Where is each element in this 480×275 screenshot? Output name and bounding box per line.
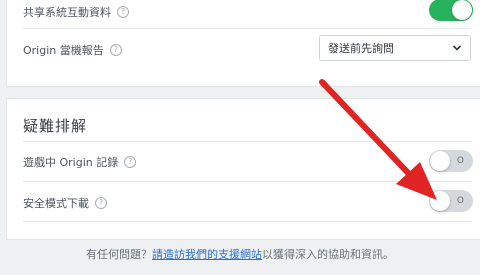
chevron-down-icon [452, 45, 462, 51]
help-icon[interactable]: ? [117, 6, 129, 18]
toggle-state-text: O [456, 156, 464, 166]
help-icon[interactable]: ? [109, 44, 122, 56]
ingame-logging-label: 遊戲中 Origin 記錄 [23, 156, 119, 169]
divider [23, 141, 471, 142]
settings-card-general: 共享系統互動資料 ? Origin 當機報告 ? 發送前先詢問 [6, 0, 480, 87]
toggle-knob [430, 191, 450, 211]
ingame-logging-row: 遊戲中 Origin 記錄 ? [23, 154, 471, 170]
divider [23, 28, 471, 29]
share-data-row: 共享系統互動資料 ? [23, 4, 471, 20]
share-data-toggle[interactable] [429, 0, 473, 21]
troubleshooting-card: 疑難排解 遊戲中 Origin 記錄 ? O 安全模式下載 ? O [6, 98, 480, 240]
crash-report-select[interactable]: 發送前先詢問 [319, 35, 471, 61]
help-icon[interactable]: ? [124, 156, 137, 168]
safe-mode-row: 安全模式下載 ? [23, 195, 471, 211]
safe-mode-label: 安全模式下載 [23, 197, 89, 210]
footer-prefix: 有任何問題？ [86, 248, 152, 261]
toggle-state-text: O [456, 196, 464, 206]
footer-suffix: 以獲得深入的協助和資訊。 [262, 248, 394, 261]
crash-report-label: Origin 當機報告 [23, 44, 104, 57]
ingame-logging-toggle[interactable]: O [429, 150, 473, 172]
section-title: 疑難排解 [23, 117, 88, 135]
support-site-link[interactable]: 請造訪我們的支援網站 [152, 248, 262, 261]
divider [23, 181, 471, 182]
share-data-label: 共享系統互動資料 [23, 6, 111, 19]
divider [23, 221, 471, 222]
support-footer: 有任何問題？請造訪我們的支援網站以獲得深入的協助和資訊。 [0, 246, 480, 262]
help-icon[interactable]: ? [95, 197, 107, 209]
toggle-knob [430, 151, 450, 171]
crash-report-select-value: 發送前先詢問 [328, 42, 394, 55]
safe-mode-toggle[interactable]: O [429, 190, 473, 212]
toggle-knob [452, 0, 472, 20]
